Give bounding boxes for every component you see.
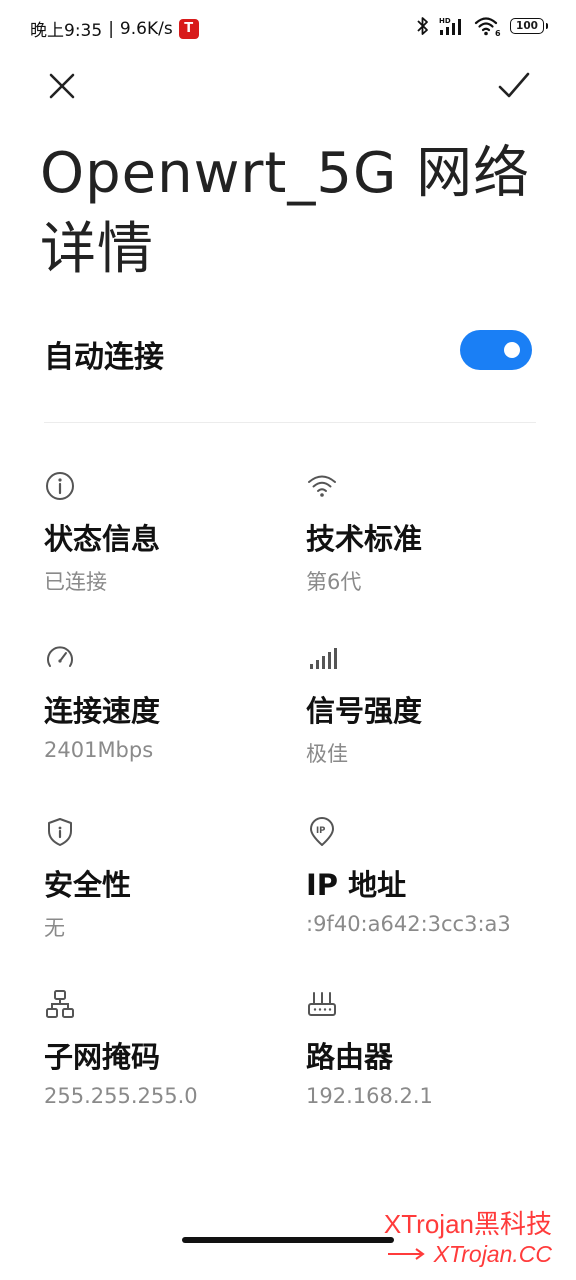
info-signal: 信号强度 极佳 (306, 642, 546, 782)
bluetooth-icon (417, 17, 428, 35)
check-icon (498, 72, 530, 98)
status-right: HD 6 100 (416, 15, 548, 37)
ip-value: :9f40:a642:3cc3:a3 (306, 912, 511, 936)
status-label: 状态信息 (44, 522, 161, 556)
ip-label: IP 地址 (306, 868, 407, 902)
auto-connect-row: 自动连接 (44, 322, 534, 378)
subnet-value: 255.255.255.0 (44, 1084, 198, 1108)
network-icon (46, 990, 74, 1018)
speedometer-icon (47, 646, 73, 667)
status-net-speed: 9.6K/s (119, 18, 173, 39)
watermark-url-row: XTrojan.CC (384, 1240, 552, 1268)
svg-text:6: 6 (495, 29, 501, 37)
info-security: 安全性 无 (44, 816, 284, 956)
security-value: 无 (44, 916, 65, 940)
close-icon (49, 73, 75, 99)
battery-level: 100 (516, 20, 538, 32)
info-icon (46, 472, 74, 500)
router-icon (308, 992, 336, 1016)
close-button[interactable] (44, 68, 80, 104)
svg-text:HD: HD (439, 17, 451, 25)
signal-value: 极佳 (306, 742, 348, 766)
status-time: 晚上9:35 (30, 21, 103, 41)
svg-text:IP: IP (316, 826, 325, 836)
standard-label: 技术标准 (306, 522, 423, 556)
auto-connect-label: 自动连接 (44, 340, 164, 375)
info-speed: 连接速度 2401Mbps (44, 642, 284, 782)
speed-label: 连接速度 (44, 694, 161, 728)
speed-value: 2401Mbps (44, 738, 154, 762)
security-label: 安全性 (44, 868, 132, 902)
battery-icon: 100 (510, 18, 548, 34)
divider (44, 422, 536, 423)
confirm-button[interactable] (496, 68, 532, 104)
arrow-right-icon (387, 1248, 425, 1260)
shield-icon (48, 818, 72, 846)
watermark: XTrojan黑科技 XTrojan.CC (384, 1208, 552, 1268)
info-standard: 技术标准 第6代 (306, 470, 546, 610)
status-left: 晚上9:35 | 9.6K/s T (30, 16, 199, 41)
signal-bars-icon (310, 648, 337, 669)
auto-connect-toggle[interactable] (460, 330, 532, 370)
wifi-icon (308, 475, 336, 497)
toggle-knob (504, 342, 520, 358)
info-ip: IP IP 地址 :9f40:a642:3cc3:a3 (306, 816, 546, 956)
watermark-url: XTrojan.CC (433, 1241, 552, 1267)
status-bar: 晚上9:35 | 9.6K/s T HD 6 100 (0, 0, 576, 56)
router-label: 路由器 (306, 1040, 394, 1074)
page-title: Openwrt_5G 网络详情 (40, 141, 531, 282)
signal-label: 信号强度 (306, 694, 423, 728)
info-router: 路由器 192.168.2.1 (306, 988, 546, 1128)
info-subnet: 子网掩码 255.255.255.0 (44, 988, 284, 1128)
subnet-label: 子网掩码 (44, 1040, 161, 1074)
home-indicator[interactable] (182, 1237, 394, 1243)
wifi-status-icon: 6 (474, 17, 501, 37)
cellular-hd-signal-icon: HD (439, 17, 461, 35)
status-separator: | (108, 18, 114, 39)
ip-pin-icon: IP (310, 817, 334, 846)
tesla-app-icon: T (178, 18, 199, 39)
watermark-brand: XTrojan黑科技 (383, 1209, 552, 1239)
standard-value: 第6代 (306, 570, 362, 594)
router-value: 192.168.2.1 (306, 1084, 433, 1108)
status-value: 已连接 (44, 570, 107, 594)
info-status: 状态信息 已连接 (44, 470, 284, 610)
